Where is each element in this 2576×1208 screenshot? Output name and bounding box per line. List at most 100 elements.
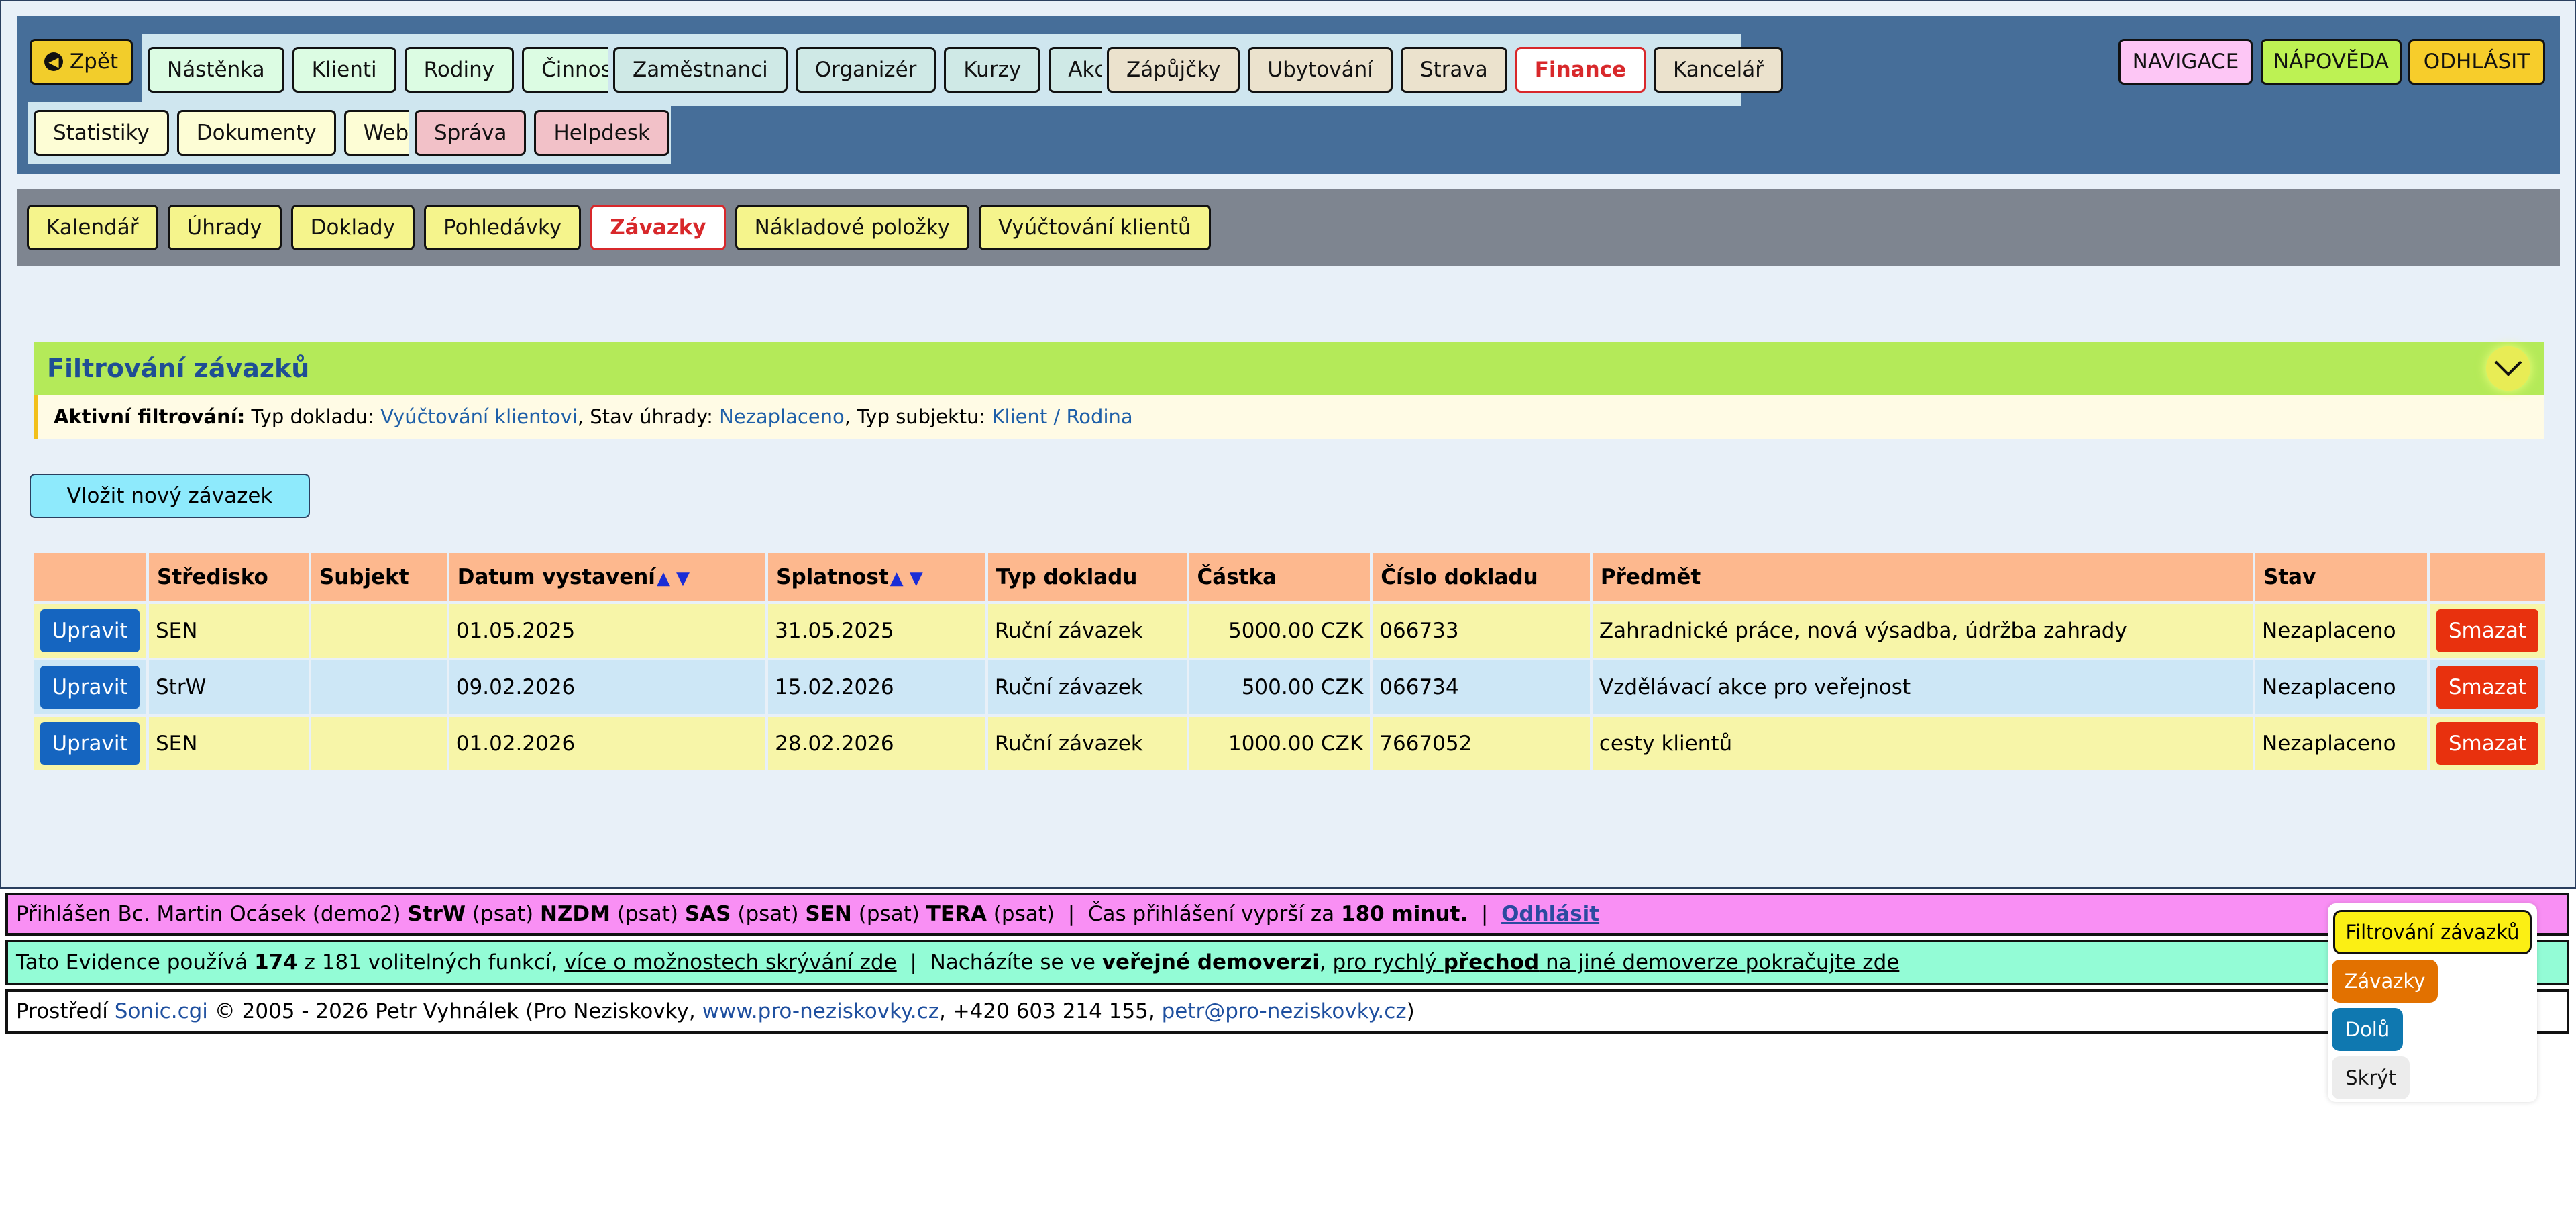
col-typ-dokladu: Typ dokladu (987, 553, 1187, 601)
active-filter-summary: Aktivní filtrování: Typ dokladu: Vyúčtov… (34, 395, 2544, 439)
filter-stav-value: Nezaplaceno (719, 405, 845, 428)
quick-down-button[interactable]: Dolů (2332, 1008, 2403, 1051)
expire-value: 180 minut. (1341, 902, 1468, 926)
col-datum-vystaveni[interactable]: Datum vystavení▲ ▼ (449, 553, 766, 601)
login-user: Přihlášen Bc. Martin Ocásek (demo2) (16, 902, 401, 926)
nav-nastenka[interactable]: Nástěnka (148, 47, 284, 93)
active-filter-label: Aktivní filtrování: (54, 405, 246, 428)
edit-button[interactable]: Upravit (40, 609, 140, 652)
chevron-down-icon[interactable] (2486, 346, 2530, 391)
quick-filter-button[interactable]: Filtrování závazků (2333, 910, 2532, 954)
filter-header[interactable]: Filtrování závazků (34, 342, 2544, 395)
col-stav: Stav (2255, 553, 2427, 601)
col-delete (2430, 553, 2545, 601)
cell-castka: 5000.00 CZK (1189, 604, 1371, 658)
subnav-pohledavky[interactable]: Pohledávky (424, 205, 582, 250)
sort-arrows-icon[interactable]: ▲ ▼ (890, 568, 923, 589)
nav-dokumenty[interactable]: Dokumenty (176, 110, 336, 156)
napoveda-button[interactable]: NÁPOVĚDA (2261, 39, 2402, 85)
quick-hide-button[interactable]: Skrýt (2332, 1056, 2410, 1099)
subnav-uhrady[interactable]: Úhrady (167, 205, 282, 250)
subnav-vyuctovani-klientu[interactable]: Vyúčtování klientů (978, 205, 1211, 250)
nav-zapujcky[interactable]: Zápůjčky (1107, 47, 1240, 93)
nav-group-info: Statistiky Dokumenty Web (28, 102, 429, 164)
cell-splatnost: 28.02.2026 (768, 717, 985, 770)
subnav-doklady[interactable]: Doklady (290, 205, 415, 250)
nav-rodiny[interactable]: Rodiny (404, 47, 515, 93)
filter-title: Filtrování závazků (47, 354, 310, 383)
cell-predmet: Vzdělávací akce pro veřejnost (1592, 660, 2253, 714)
cell-stredisko: SEN (149, 717, 309, 770)
cell-predmet: cesty klientů (1592, 717, 2253, 770)
nav-ubytovani[interactable]: Ubytování (1248, 47, 1393, 93)
quick-zavazky-button[interactable]: Závazky (2332, 960, 2438, 1003)
expire-text: Čas přihlášení vyprší za (1087, 902, 1335, 926)
nav-group-admin: Správa Helpdesk (409, 102, 671, 164)
logout-link[interactable]: Odhlásit (1501, 902, 1599, 926)
hiding-options-link[interactable]: více o možnostech skrývání zde (564, 950, 896, 974)
col-castka: Částka (1189, 553, 1371, 601)
delete-button[interactable]: Smazat (2436, 609, 2538, 652)
filter-subjekt-label: Typ subjektu: (857, 405, 986, 428)
main-navigation: ◀ Zpět Nástěnka Klienti Rodiny Činnosti … (17, 16, 2560, 174)
cell-stav: Nezaplaceno (2255, 604, 2427, 658)
cell-subjekt (311, 660, 447, 714)
center-name: TERA (926, 902, 987, 926)
nav-helpdesk[interactable]: Helpdesk (534, 110, 669, 156)
separator: | (1481, 902, 1489, 926)
center-name: StrW (407, 902, 466, 926)
cell-typ: Ruční závazek (987, 604, 1187, 658)
subnav-zavazky[interactable]: Závazky (590, 205, 726, 250)
col-actions (34, 553, 146, 601)
switch-demo-link[interactable]: pro rychlý přechod na jiné demoverze pok… (1333, 950, 1900, 974)
demo-label: veřejné demoverzi (1102, 950, 1320, 974)
nav-kancelar[interactable]: Kancelář (1654, 47, 1783, 93)
nav-klienti[interactable]: Klienti (292, 47, 396, 93)
new-liability-button[interactable]: Vložit nový závazek (30, 474, 310, 518)
table-row: Upravit StrW 09.02.2026 15.02.2026 Ruční… (34, 660, 2545, 714)
delete-button[interactable]: Smazat (2436, 722, 2538, 765)
engine-link[interactable]: Sonic.cgi (115, 999, 208, 1023)
email-link[interactable]: petr@pro-neziskovky.cz (1162, 999, 1407, 1023)
nav-group-services: Zápůjčky Ubytování Strava Finance Kancel… (1102, 34, 1783, 106)
filter-panel: Filtrování závazků Aktivní filtrování: T… (34, 342, 2544, 439)
table-header-row: Středisko Subjekt Datum vystavení▲ ▼ Spl… (34, 553, 2545, 601)
cell-castka: 1000.00 CZK (1189, 717, 1371, 770)
cell-splatnost: 31.05.2025 (768, 604, 985, 658)
edit-button[interactable]: Upravit (40, 722, 140, 765)
cell-cislo: 066733 (1373, 604, 1590, 658)
website-link[interactable]: www.pro-neziskovky.cz (702, 999, 939, 1023)
cell-subjekt (311, 604, 447, 658)
nav-kurzy[interactable]: Kurzy (944, 47, 1041, 93)
subnav-kalendar[interactable]: Kalendář (27, 205, 158, 250)
nav-group-staff: Zaměstnanci Organizér Kurzy Akce (608, 34, 1138, 106)
col-stredisko: Středisko (149, 553, 309, 601)
back-button[interactable]: ◀ Zpět (30, 39, 133, 85)
cell-datum: 01.05.2025 (449, 604, 766, 658)
nav-finance[interactable]: Finance (1515, 47, 1646, 93)
delete-button[interactable]: Smazat (2436, 666, 2538, 709)
cell-castka: 500.00 CZK (1189, 660, 1371, 714)
filter-typ-value: Vyúčtování klientovi (380, 405, 578, 428)
col-predmet: Předmět (1592, 553, 2253, 601)
col-splatnost[interactable]: Splatnost▲ ▼ (768, 553, 985, 601)
nav-sprava[interactable]: Správa (415, 110, 527, 156)
edit-button[interactable]: Upravit (40, 666, 140, 709)
center-name: SAS (684, 902, 731, 926)
cell-typ: Ruční závazek (987, 660, 1187, 714)
nav-organizer[interactable]: Organizér (795, 47, 936, 93)
sort-arrows-icon[interactable]: ▲ ▼ (657, 568, 690, 589)
cell-cislo: 7667052 (1373, 717, 1590, 770)
login-status-bar: Přihlášen Bc. Martin Ocásek (demo2) StrW… (5, 893, 2569, 936)
navigace-button[interactable]: NAVIGACE (2118, 39, 2253, 85)
table-row: Upravit SEN 01.05.2025 31.05.2025 Ruční … (34, 604, 2545, 658)
nav-statistiky[interactable]: Statistiky (34, 110, 169, 156)
evidence-info-bar: Tato Evidence používá 174 z 181 voliteln… (5, 940, 2569, 985)
floating-quick-menu: Filtrování závazků Závazky Dolů Skrýt (2328, 903, 2537, 1102)
cell-splatnost: 15.02.2026 (768, 660, 985, 714)
cell-stredisko: SEN (149, 604, 309, 658)
nav-strava[interactable]: Strava (1400, 47, 1507, 93)
subnav-nakladove-polozky[interactable]: Nákladové položky (735, 205, 969, 250)
odhlasit-button[interactable]: ODHLÁSIT (2408, 39, 2545, 85)
nav-zamestnanci[interactable]: Zaměstnanci (613, 47, 788, 93)
